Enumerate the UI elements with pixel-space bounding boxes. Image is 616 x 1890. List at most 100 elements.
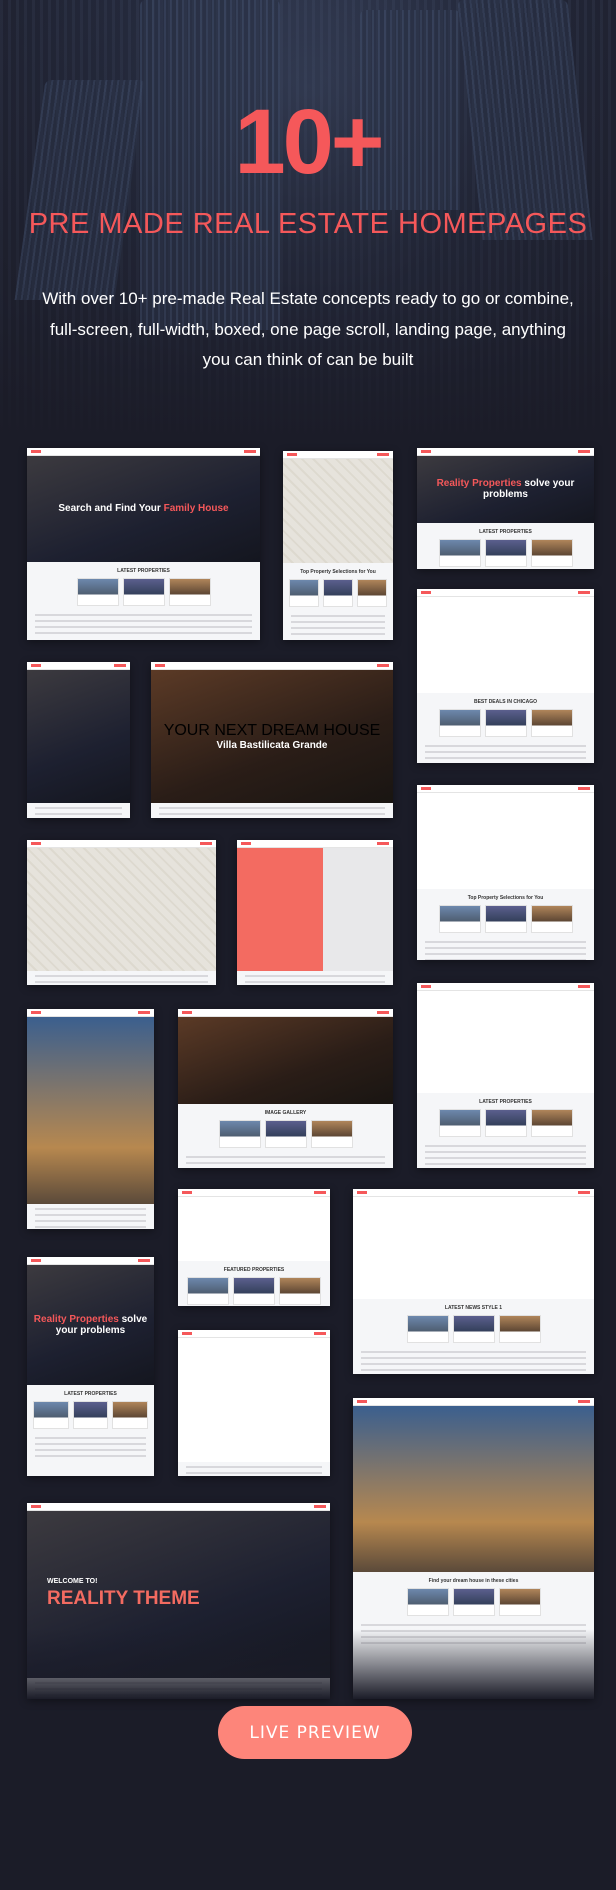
property-card	[452, 1314, 495, 1343]
property-card	[72, 1401, 109, 1430]
headline-accent: Reality Properties	[33, 1314, 119, 1326]
homepage-thumbnail[interactable]: Top Property Selections for You	[283, 451, 393, 640]
property-card	[484, 905, 527, 934]
thumbnail-nav-bar	[178, 1189, 330, 1197]
text-placeholder	[425, 941, 586, 960]
property-cards	[423, 1108, 588, 1137]
property-card	[122, 577, 165, 606]
section-label: LATEST NEWS STYLE 1	[444, 1304, 503, 1311]
thumbnail-nav-bar	[27, 1503, 330, 1511]
homepage-thumbnail[interactable]	[27, 1009, 154, 1229]
section-subtitle: PRE MADE REAL ESTATE HOMEPAGES	[28, 208, 588, 240]
thumbnail-nav-bar	[353, 1189, 594, 1197]
homepage-thumbnail[interactable]: YOUR NEXT DREAM HOUSE Villa Bastilicata G…	[151, 662, 393, 818]
property-cards	[423, 538, 588, 567]
thumbnail-nav-bar	[27, 1009, 154, 1017]
thumbnail-nav-bar	[27, 1257, 154, 1265]
homepage-thumbnail[interactable]: WELCOME TO! REALITY THEME	[27, 1503, 330, 1699]
homepage-thumbnail[interactable]: Reality Properties solve your problems LA…	[27, 1257, 154, 1476]
property-cards	[289, 578, 387, 607]
homepage-thumbnail[interactable]: LATEST NEWS STYLE 1	[353, 1189, 594, 1374]
thumbnail-hero	[283, 459, 393, 563]
thumbnail-section: Find your dream house in these cities	[353, 1572, 594, 1620]
homepage-thumbnail[interactable]: FEATURED PROPERTIES	[178, 1189, 330, 1306]
property-card	[438, 538, 481, 567]
property-card	[484, 1108, 527, 1137]
text-placeholder	[425, 744, 586, 763]
text-placeholder	[159, 806, 385, 818]
homepage-thumbnail[interactable]: Top Property Selections for You	[417, 785, 594, 960]
thumbnail-headline: REALITY THEME	[47, 1588, 200, 1610]
headline-text: Villa Bastilicata Grande	[216, 739, 328, 751]
headline-accent: Family House	[163, 503, 229, 515]
thumbnail-nav-bar	[417, 785, 594, 793]
thumbnail-nav-bar	[27, 448, 260, 456]
thumbnail-section: FEATURED PROPERTIES	[178, 1261, 330, 1306]
thumbnail-nav-bar	[27, 662, 130, 670]
thumbnail-section: Top Property Selections for You	[283, 563, 393, 611]
text-placeholder	[186, 1156, 385, 1168]
homepage-thumbnail[interactable]: LATEST PROPERTIES	[417, 983, 594, 1168]
property-cards	[184, 1277, 324, 1306]
section-label: BEST DEALS IN CHICAGO	[473, 698, 538, 705]
property-card	[279, 1277, 321, 1306]
property-cards	[184, 1120, 387, 1149]
section-label: LATEST PROPERTIES	[479, 528, 532, 535]
text-placeholder	[245, 975, 385, 985]
homepage-thumbnail[interactable]: IMAGE GALLERY	[178, 1009, 393, 1168]
thumbnail-section: LATEST PROPERTIES	[27, 1385, 154, 1433]
text-placeholder	[425, 1144, 586, 1165]
thumbnail-hero	[27, 1017, 154, 1204]
property-card	[233, 1277, 275, 1306]
property-card	[406, 1314, 449, 1343]
thumbnail-hero	[417, 597, 594, 693]
property-card	[438, 708, 481, 737]
thumbnail-hero	[178, 1017, 393, 1105]
text-placeholder	[35, 806, 122, 818]
section-label: Top Property Selections for You	[300, 568, 376, 575]
text-placeholder	[35, 613, 252, 634]
homepage-thumbnail[interactable]	[237, 840, 393, 985]
property-card	[323, 578, 353, 607]
thumbnail-headline: Reality Properties solve your problems	[417, 478, 594, 500]
headline-text: Search and Find Your	[58, 503, 164, 515]
homepage-thumbnail[interactable]	[27, 840, 216, 985]
property-cards	[359, 1587, 588, 1616]
homepage-thumbnail[interactable]	[178, 1330, 330, 1476]
property-card	[218, 1120, 261, 1149]
property-card	[530, 905, 573, 934]
headline-accent: Reality Properties	[436, 478, 522, 490]
homepage-thumbnail[interactable]: Find your dream house in these cities	[353, 1398, 594, 1699]
property-cards	[33, 1401, 149, 1430]
text-placeholder	[35, 1208, 146, 1228]
thumbnail-section: LATEST PROPERTIES	[417, 523, 594, 569]
property-card	[264, 1120, 307, 1149]
section-label: LATEST PROPERTIES	[64, 1391, 117, 1398]
property-cards	[33, 577, 254, 606]
text-placeholder	[35, 1437, 146, 1458]
property-card	[406, 1587, 449, 1616]
thumbnail-nav-bar	[27, 840, 216, 848]
property-card	[168, 577, 211, 606]
thumbnail-nav-bar	[353, 1398, 594, 1406]
homepage-count: 10+	[234, 91, 384, 193]
live-preview-button[interactable]: LIVE PREVIEW	[218, 1706, 412, 1759]
property-cards	[359, 1314, 588, 1343]
property-card	[530, 538, 573, 567]
homepage-thumbnail[interactable]	[27, 662, 130, 818]
property-cards	[423, 708, 588, 737]
property-card	[438, 1108, 481, 1137]
section-description: With over 10+ pre-made Real Estate conce…	[42, 289, 574, 369]
thumbnail-section: LATEST NEWS STYLE 1	[353, 1299, 594, 1347]
homepage-thumbnail[interactable]: Search and Find Your Family House LATEST …	[27, 448, 260, 640]
homepage-thumbnail[interactable]: BEST DEALS IN CHICAGO	[417, 589, 594, 763]
thumbnail-hero	[27, 848, 216, 972]
homepage-thumbnail[interactable]: Reality Properties solve your problems LA…	[417, 448, 594, 569]
thumbnail-hero: Search and Find Your Family House	[27, 456, 260, 562]
thumbnail-hero	[27, 670, 130, 803]
property-card	[357, 578, 387, 607]
thumbnail-section: LATEST PROPERTIES	[417, 1093, 594, 1141]
property-card	[452, 1587, 495, 1616]
thumbnail-hero: WELCOME TO! REALITY THEME	[27, 1511, 330, 1678]
property-card	[310, 1120, 353, 1149]
